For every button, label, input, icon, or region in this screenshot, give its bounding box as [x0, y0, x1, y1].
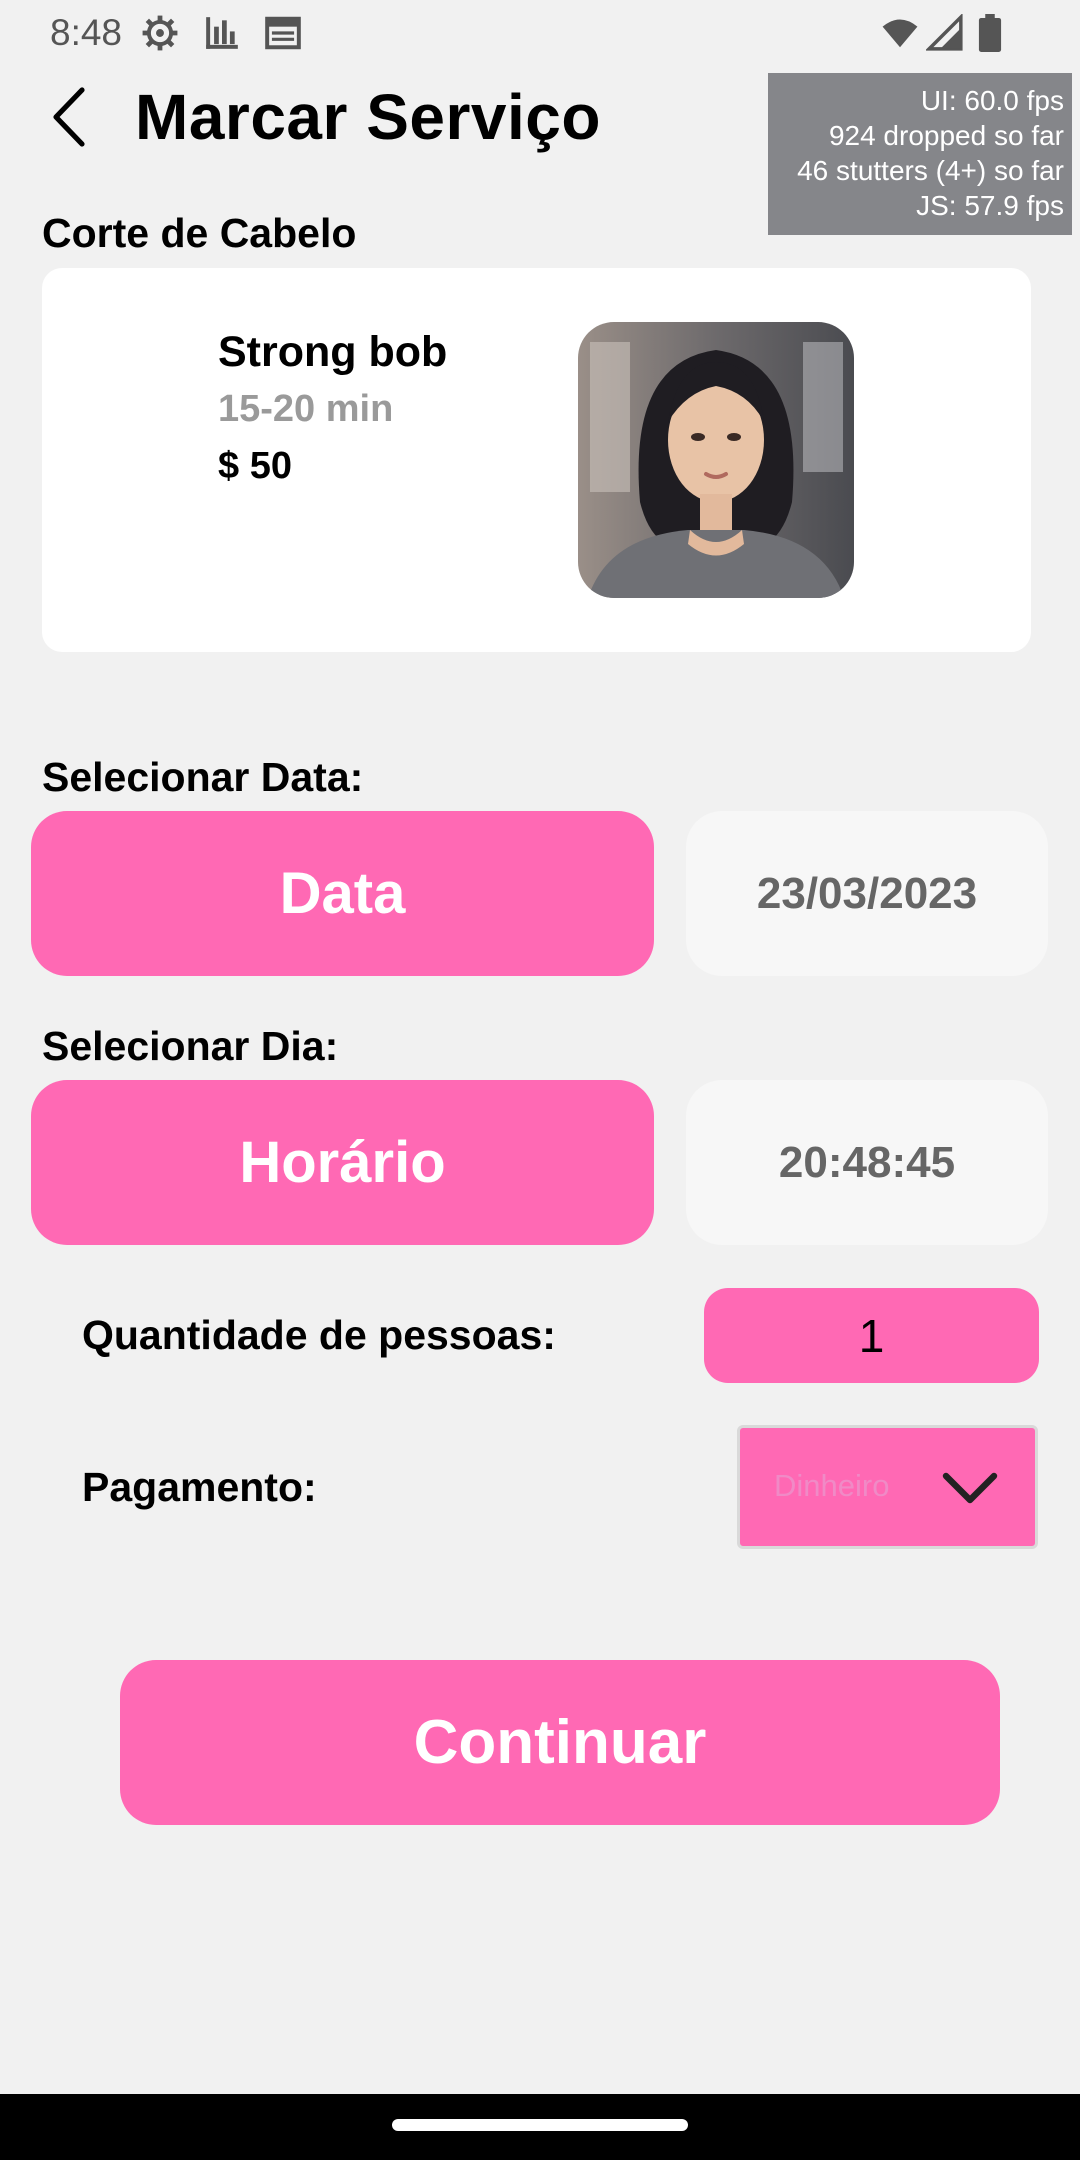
payment-select[interactable]: Dinheiro [737, 1425, 1038, 1549]
calendar-icon [265, 16, 301, 50]
payment-label: Pagamento: [82, 1464, 317, 1510]
select-date-label: Selecionar Data: [42, 754, 364, 800]
select-time-label: Selecionar Dia: [42, 1023, 339, 1069]
service-price: $ 50 [218, 445, 292, 487]
service-photo [578, 322, 854, 598]
perf-stutters: 46 stutters (4+) so far [797, 155, 1064, 186]
perf-ui-fps: UI: 60.0 fps [920, 85, 1064, 116]
settings-icon [142, 15, 178, 51]
date-value: 23/03/2023 [686, 811, 1048, 976]
signal-icon [926, 14, 963, 51]
perf-js-fps: JS: 57.9 fps [916, 190, 1064, 221]
quantity-input[interactable]: 1 [704, 1288, 1039, 1383]
time-button[interactable]: Horário [31, 1080, 654, 1245]
perf-monitor-overlay: UI: 60.0 fps 924 dropped so far 46 stutt… [768, 73, 1072, 235]
home-gesture-handle[interactable] [392, 2119, 688, 2131]
app-screen: 8:48 Marcar Serviço UI: 60.0 fps 924 dro… [0, 0, 1080, 2160]
battery-icon [978, 14, 1002, 52]
perf-dropped: 924 dropped so far [828, 120, 1064, 151]
quantity-label: Quantidade de pessoas: [82, 1312, 556, 1358]
payment-selected-value: Dinheiro [774, 1468, 890, 1503]
chevron-down-icon [942, 1472, 998, 1504]
service-category-label: Corte de Cabelo [42, 210, 357, 256]
status-time: 8:48 [50, 12, 123, 53]
service-duration: 15-20 min [218, 388, 394, 430]
continue-button[interactable]: Continuar [120, 1660, 1000, 1825]
service-card: Strong bob 15-20 min $ 50 [42, 268, 1031, 652]
service-name: Strong bob [218, 328, 448, 376]
bar-chart-icon [206, 17, 238, 49]
wifi-icon [882, 19, 918, 48]
date-button[interactable]: Data [31, 811, 654, 976]
page-title: Marcar Serviço [135, 81, 601, 153]
back-button[interactable] [44, 84, 104, 150]
status-bar: 8:48 [0, 0, 1080, 66]
time-value: 20:48:45 [686, 1080, 1048, 1245]
